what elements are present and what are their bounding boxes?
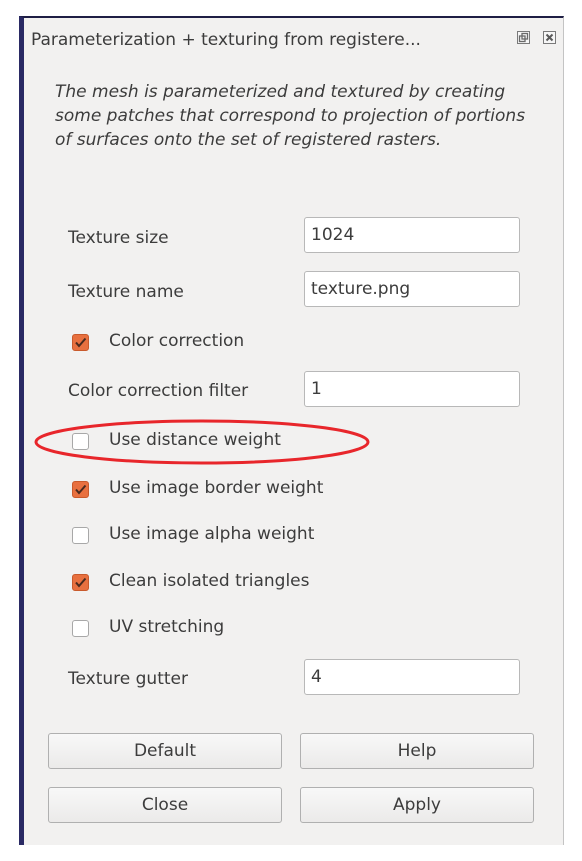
default-button[interactable]: Default bbox=[48, 733, 282, 769]
filter-dialog-panel: Parameterization + texturing from regist… bbox=[19, 16, 564, 845]
uv-stretching-label[interactable]: UV stretching bbox=[109, 617, 224, 637]
uv-stretching-checkbox[interactable] bbox=[72, 620, 89, 637]
texture-gutter-label: Texture gutter bbox=[68, 669, 188, 689]
texture-size-label: Texture size bbox=[68, 228, 169, 248]
apply-button[interactable]: Apply bbox=[300, 787, 534, 823]
checkmark-icon bbox=[75, 484, 87, 495]
color-correction-label[interactable]: Color correction bbox=[109, 331, 244, 351]
checkmark-icon bbox=[75, 337, 87, 348]
checkmark-icon bbox=[75, 577, 87, 588]
dialog-title: Parameterization + texturing from regist… bbox=[31, 30, 421, 50]
color-correction-checkbox[interactable] bbox=[72, 334, 89, 351]
texture-gutter-input[interactable] bbox=[304, 659, 520, 695]
color-correction-filter-label: Color correction filter bbox=[68, 381, 249, 401]
use-distance-weight-label[interactable]: Use distance weight bbox=[109, 430, 281, 450]
use-image-border-weight-checkbox[interactable] bbox=[72, 481, 89, 498]
clean-isolated-triangles-label[interactable]: Clean isolated triangles bbox=[109, 571, 310, 591]
texture-name-input[interactable] bbox=[304, 271, 520, 307]
use-distance-weight-checkbox[interactable] bbox=[72, 433, 89, 450]
texture-name-label: Texture name bbox=[68, 282, 184, 302]
close-button[interactable]: Close bbox=[48, 787, 282, 823]
use-image-alpha-weight-label[interactable]: Use image alpha weight bbox=[109, 524, 314, 544]
filter-description: The mesh is parameterized and textured b… bbox=[55, 82, 526, 150]
texture-size-input[interactable] bbox=[304, 217, 520, 253]
clean-isolated-triangles-checkbox[interactable] bbox=[72, 574, 89, 591]
color-correction-filter-input[interactable] bbox=[304, 371, 520, 407]
help-button[interactable]: Help bbox=[300, 733, 534, 769]
float-window-icon[interactable] bbox=[517, 31, 530, 44]
close-icon[interactable] bbox=[543, 31, 556, 44]
use-image-border-weight-label[interactable]: Use image border weight bbox=[109, 478, 323, 498]
use-image-alpha-weight-checkbox[interactable] bbox=[72, 527, 89, 544]
